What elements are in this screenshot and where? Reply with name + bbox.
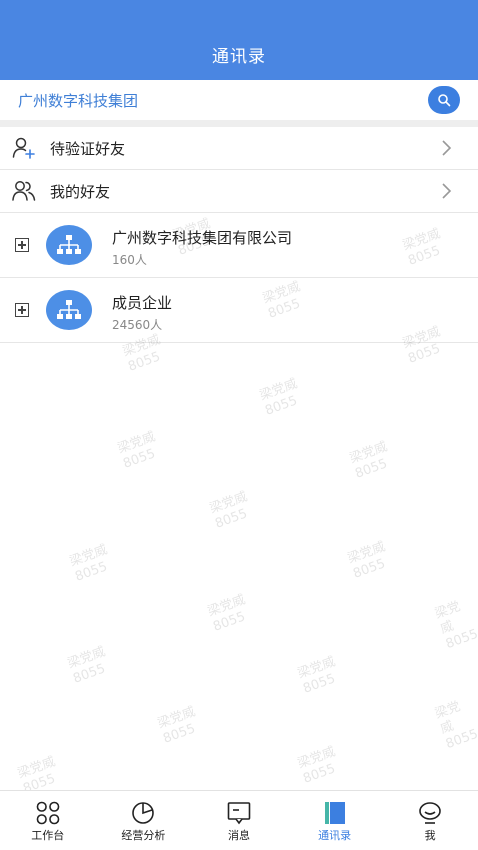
bottom-tab-bar: 工作台 经营分析 消息 通讯录 我 bbox=[0, 790, 478, 850]
org-avatar bbox=[46, 225, 92, 265]
watermark-code: 8055 bbox=[406, 341, 443, 367]
contacts-icon bbox=[324, 802, 345, 824]
tab-workbench[interactable]: 工作台 bbox=[0, 791, 96, 850]
watermark: 梁党威8055 bbox=[258, 376, 306, 419]
org-name: 成员企业 bbox=[112, 294, 173, 312]
tab-me[interactable]: 我 bbox=[382, 791, 478, 850]
watermark-code: 8055 bbox=[443, 626, 478, 653]
watermark: 梁党威8055 bbox=[348, 439, 396, 482]
watermark: 梁党威8055 bbox=[296, 744, 344, 787]
watermark-name: 梁党威 bbox=[205, 592, 248, 620]
watermark-code: 8055 bbox=[351, 556, 388, 582]
grid-icon bbox=[36, 801, 60, 825]
message-icon bbox=[227, 802, 251, 825]
users-icon bbox=[12, 181, 36, 201]
org-chart-icon bbox=[57, 235, 81, 254]
watermark-name: 梁党威 bbox=[295, 654, 338, 682]
org-avatar bbox=[46, 290, 92, 330]
watermark-name: 梁党威 bbox=[432, 699, 463, 738]
watermark-code: 8055 bbox=[73, 559, 110, 585]
tab-label: 经营分析 bbox=[121, 829, 166, 842]
watermark-code: 8055 bbox=[263, 393, 300, 419]
pending-friends-row[interactable]: 待验证好友 bbox=[0, 127, 478, 170]
watermark-code: 8055 bbox=[161, 721, 198, 747]
watermark: 梁党威8055 bbox=[156, 704, 204, 747]
my-friends-row[interactable]: 我的好友 bbox=[0, 170, 478, 213]
watermark-code: 8055 bbox=[211, 609, 248, 635]
org-search-bar[interactable]: 广州数字科技集团 bbox=[0, 80, 478, 120]
expand-plus-icon[interactable] bbox=[15, 238, 29, 252]
watermark-name: 梁党威 bbox=[257, 376, 300, 404]
watermark: 梁党威8055 bbox=[116, 429, 164, 472]
pie-chart-icon bbox=[132, 802, 155, 824]
watermark-name: 梁党威 bbox=[207, 489, 250, 517]
org-row-members[interactable]: 成员企业 24560人 bbox=[0, 278, 478, 343]
watermark-name: 梁党威 bbox=[345, 539, 388, 567]
tab-label: 通讯录 bbox=[318, 829, 352, 842]
watermark: 梁党威8055 bbox=[296, 654, 344, 697]
watermark: 梁党威8055 bbox=[346, 539, 394, 582]
watermark-code: 8055 bbox=[126, 349, 163, 375]
watermark: 梁党威8055 bbox=[208, 489, 256, 532]
watermark-code: 8055 bbox=[443, 726, 478, 753]
chevron-right-icon bbox=[442, 183, 452, 199]
page-title: 通讯录 bbox=[212, 47, 266, 67]
chevron-right-icon bbox=[442, 140, 452, 156]
watermark-name: 梁党威 bbox=[15, 754, 58, 782]
tab-business-analysis[interactable]: 经营分析 bbox=[96, 791, 192, 850]
watermark: 梁党威8055 bbox=[66, 644, 114, 687]
expand-plus-icon[interactable] bbox=[15, 303, 29, 317]
watermark-name: 梁党威 bbox=[347, 439, 390, 467]
tab-label: 工作台 bbox=[31, 829, 65, 842]
watermark-code: 8055 bbox=[353, 456, 390, 482]
org-member-count: 24560人 bbox=[112, 318, 163, 332]
org-member-count: 160人 bbox=[112, 253, 147, 267]
section-divider bbox=[0, 120, 478, 127]
org-chart-icon bbox=[57, 300, 81, 319]
org-row-group[interactable]: 广州数字科技集团有限公司 160人 bbox=[0, 213, 478, 278]
watermark-code: 8055 bbox=[213, 506, 250, 532]
add-user-icon bbox=[12, 137, 35, 159]
watermark: 梁党威8055 bbox=[433, 695, 478, 753]
org-name-label: 广州数字科技集团 bbox=[18, 92, 139, 110]
tab-label: 我 bbox=[424, 829, 436, 842]
tab-label: 消息 bbox=[227, 829, 250, 842]
search-icon bbox=[438, 94, 451, 107]
watermark-name: 梁党威 bbox=[67, 542, 110, 570]
pending-friends-label: 待验证好友 bbox=[50, 140, 126, 158]
top-app-bar: 通讯录 bbox=[0, 0, 478, 80]
watermark-name: 梁党威 bbox=[65, 644, 108, 672]
search-button[interactable] bbox=[428, 86, 460, 114]
watermark: 梁党威8055 bbox=[68, 542, 116, 585]
tab-contacts[interactable]: 通讯录 bbox=[287, 791, 383, 850]
watermark: 梁党威8055 bbox=[433, 595, 478, 653]
watermark-code: 8055 bbox=[301, 671, 338, 697]
tab-messages[interactable]: 消息 bbox=[191, 791, 287, 850]
profile-icon bbox=[419, 802, 441, 824]
watermark-name: 梁党威 bbox=[432, 599, 463, 638]
watermark-name: 梁党威 bbox=[115, 429, 158, 457]
watermark-name: 梁党威 bbox=[155, 704, 198, 732]
watermark-code: 8055 bbox=[301, 761, 338, 787]
watermark-code: 8055 bbox=[121, 446, 158, 472]
org-name: 广州数字科技集团有限公司 bbox=[112, 229, 293, 247]
my-friends-label: 我的好友 bbox=[50, 183, 111, 201]
watermark: 梁党威8055 bbox=[206, 592, 254, 635]
watermark-code: 8055 bbox=[71, 661, 108, 687]
watermark-name: 梁党威 bbox=[295, 744, 338, 772]
